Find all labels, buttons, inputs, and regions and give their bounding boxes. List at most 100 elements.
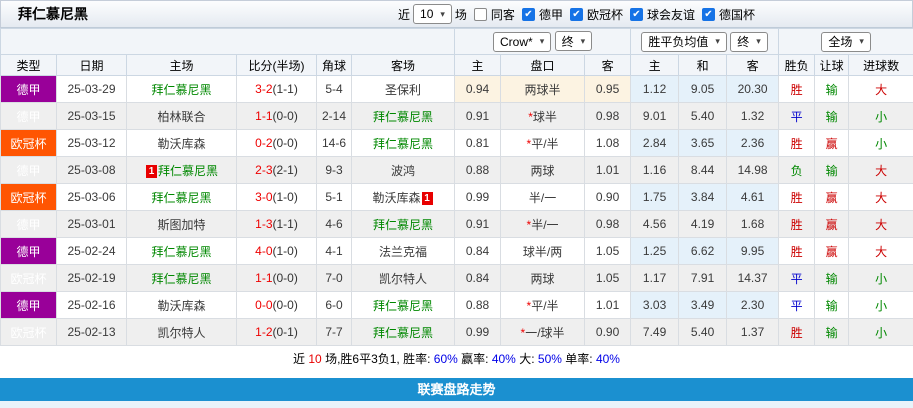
bookmaker-time-select[interactable]: 终 ▾ (554, 31, 593, 52)
corner-score: 14-6 (316, 129, 352, 157)
result-goals: 小 (848, 102, 913, 130)
home-team: 拜仁慕尼黑 (126, 264, 237, 292)
match-date: 25-03-12 (56, 129, 127, 157)
handicap-line: *平/半 (500, 291, 586, 319)
corner-score: 2-14 (316, 102, 352, 130)
league-checkbox[interactable]: ✔ (629, 7, 643, 21)
summary-segment: 近 (293, 352, 306, 366)
handicap-home-odds: 0.84 (454, 237, 502, 265)
handicap-line-text: 球半 (532, 109, 557, 124)
league-checkbox[interactable]: ✔ (701, 7, 715, 21)
col-handicap-home: 主 (454, 54, 502, 76)
league-badge: 欧冠杯 (0, 264, 57, 292)
league-badge: 欧冠杯 (0, 183, 57, 211)
recent-count-value: 10 (420, 7, 434, 21)
col-avg-home: 主 (630, 54, 680, 76)
handicap-home-odds: 0.81 (454, 129, 502, 157)
result-handicap: 输 (814, 264, 850, 292)
home-team: 拜仁慕尼黑 (126, 183, 237, 211)
away-team: 拜仁慕尼黑 (350, 129, 456, 157)
avg-away-odds: 1.37 (726, 318, 780, 346)
bookmaker-selector-cell: Crow* ▾ 终 ▾ (454, 28, 632, 55)
chevron-down-icon: ▾ (580, 35, 586, 46)
halftime-score: (1-1) (272, 82, 298, 96)
league-badge: 德甲 (0, 102, 57, 130)
corner-score: 4-6 (316, 210, 352, 238)
chevron-down-icon: ▾ (756, 36, 761, 46)
result-goals: 大 (848, 75, 913, 103)
score: 1-2(0-1) (236, 318, 317, 346)
bookmaker-time-value: 终 (561, 34, 574, 49)
home-team-name: 拜仁慕尼黑 (151, 82, 212, 97)
fulltime-score: 4-0 (255, 244, 273, 258)
handicap-away-odds: 0.95 (584, 75, 632, 103)
handicap-away-odds: 1.05 (584, 237, 632, 265)
score: 0-2(0-0) (236, 129, 317, 157)
avg-away-odds: 1.32 (726, 102, 780, 130)
match-row: 德甲 25-02-16 勒沃库森 0-0(0-0) 6-0 拜仁慕尼黑 0.88… (0, 291, 913, 319)
league-checkbox[interactable]: ✔ (569, 7, 583, 21)
halftime-score: (1-0) (272, 244, 298, 258)
avg-away-odds: 20.30 (726, 75, 780, 103)
handicap-away-odds: 0.90 (584, 183, 632, 211)
handicap-line: *球半 (500, 102, 586, 130)
avg-draw-odds: 7.91 (678, 264, 728, 292)
corner-score: 5-1 (316, 183, 352, 211)
halftime-score: (0-0) (272, 298, 298, 312)
result-outcome: 平 (778, 264, 816, 292)
score: 3-0(1-0) (236, 183, 317, 211)
match-date: 25-03-08 (56, 156, 127, 184)
col-handicap-line: 盘口 (500, 54, 586, 76)
avg-odds-select[interactable]: 胜平负均值 ▾ (641, 31, 727, 52)
avg-away-odds: 2.30 (726, 291, 780, 319)
recent-count-select[interactable]: 10 ▾ (413, 4, 452, 24)
avg-home-odds: 1.25 (630, 237, 680, 265)
handicap-line: 半/一 (500, 183, 586, 211)
fulltime-score: 1-1 (255, 271, 273, 285)
away-team: 拜仁慕尼黑 (350, 291, 456, 319)
summary-segment: 40% (491, 352, 516, 366)
scope-select[interactable]: 全场 ▾ (821, 31, 871, 52)
result-outcome: 胜 (778, 75, 816, 103)
bookmaker-select[interactable]: Crow* ▾ (493, 31, 552, 52)
corner-score: 5-4 (316, 75, 352, 103)
league-checkbox[interactable]: ✔ (521, 7, 535, 21)
handicap-away-odds: 1.05 (584, 264, 632, 292)
chevron-down-icon: ▾ (440, 8, 445, 19)
away-team-name: 波鸿 (391, 163, 416, 178)
handicap-home-odds: 0.84 (454, 264, 502, 292)
league-badge: 德甲 (0, 210, 57, 238)
score: 0-0(0-0) (236, 291, 317, 319)
avg-draw-odds: 9.05 (678, 75, 728, 103)
result-outcome: 负 (778, 156, 816, 184)
same-away-checkbox[interactable] (473, 7, 487, 21)
result-goals: 大 (848, 156, 913, 184)
away-team-name: 拜仁慕尼黑 (373, 136, 434, 151)
score: 4-0(1-0) (236, 237, 317, 265)
result-outcome: 平 (778, 291, 816, 319)
avg-home-odds: 9.01 (630, 102, 680, 130)
result-goals: 大 (848, 183, 913, 211)
avg-time-select[interactable]: 终 ▾ (730, 31, 768, 52)
handicap-line: *半/一 (500, 210, 586, 238)
handicap-away-odds: 0.90 (584, 318, 632, 346)
avg-draw-odds: 5.40 (678, 102, 728, 130)
fulltime-score: 1-3 (255, 217, 273, 231)
handicap-home-odds: 0.88 (454, 156, 502, 184)
league-badge: 德甲 (0, 75, 57, 103)
halftime-score: (1-1) (272, 217, 298, 231)
col-goals-result: 进球数 (848, 54, 913, 76)
match-row: 欧冠杯 25-03-12 勒沃库森 0-2(0-0) 14-6 拜仁慕尼黑 0.… (0, 129, 913, 157)
corner-score: 4-1 (316, 237, 352, 265)
away-team-name: 凯尔特人 (379, 271, 428, 286)
away-team: 拜仁慕尼黑 (350, 318, 456, 346)
halftime-score: (1-0) (272, 190, 298, 204)
summary-segment: 40% (595, 352, 620, 366)
col-avg-away: 客 (726, 54, 780, 76)
fulltime-score: 0-2 (255, 136, 273, 150)
match-row: 欧冠杯 25-02-19 拜仁慕尼黑 1-1(0-0) 7-0 凯尔特人 0.8… (0, 264, 913, 292)
league-checkbox-label: 德国杯 (718, 7, 755, 22)
league-checkbox-label: 德甲 (538, 7, 563, 22)
away-team: 圣保利 (350, 75, 456, 103)
home-team-name: 凯尔特人 (157, 325, 206, 340)
